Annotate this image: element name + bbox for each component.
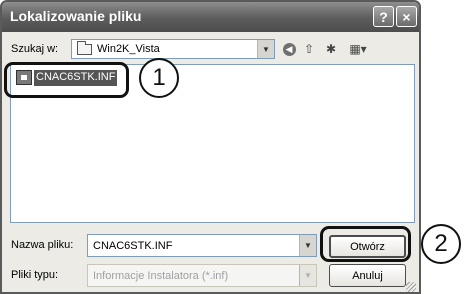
chevron-down-icon[interactable]: ▼ xyxy=(257,40,274,58)
file-type-value: Informacje Instalatora (*.inf) xyxy=(93,270,229,282)
up-folder-icon[interactable]: ⇧ xyxy=(300,40,318,58)
look-in-value: Win2K_Vista xyxy=(97,43,160,55)
window-title: Lokalizowanie pliku xyxy=(10,8,142,24)
file-name-value: CNAC6STK.INF xyxy=(93,240,173,252)
folder-icon xyxy=(77,41,92,55)
views-menu-icon[interactable]: ▦▾ xyxy=(344,40,372,58)
look-in-combo[interactable]: Win2K_Vista ▼ xyxy=(71,39,275,59)
file-highlight-frame xyxy=(4,62,129,98)
callout-number-1: 1 xyxy=(139,58,179,98)
look-in-label: Szukaj w: xyxy=(11,43,59,55)
file-name-label: Nazwa pliku: xyxy=(11,239,74,251)
callout-number-2: 2 xyxy=(421,224,461,264)
cancel-button[interactable]: Anuluj xyxy=(329,264,406,287)
file-name-input[interactable]: CNAC6STK.INF ▼ xyxy=(87,234,317,257)
help-button[interactable]: ? xyxy=(373,6,394,27)
open-button-highlight-frame xyxy=(320,226,411,262)
chevron-down-icon[interactable]: ▼ xyxy=(299,265,316,286)
chevron-down-icon[interactable]: ▼ xyxy=(299,235,316,256)
title-bar[interactable]: Lokalizowanie pliku ? × xyxy=(2,2,419,32)
back-arrow-icon[interactable]: ◀ xyxy=(280,40,298,58)
resize-grip[interactable] xyxy=(406,282,416,292)
file-type-label: Pliki typu: xyxy=(11,269,59,281)
file-type-select[interactable]: Informacje Instalatora (*.inf) ▼ xyxy=(87,264,317,287)
close-button[interactable]: × xyxy=(396,6,417,27)
new-folder-icon[interactable]: ✱ xyxy=(322,40,340,58)
